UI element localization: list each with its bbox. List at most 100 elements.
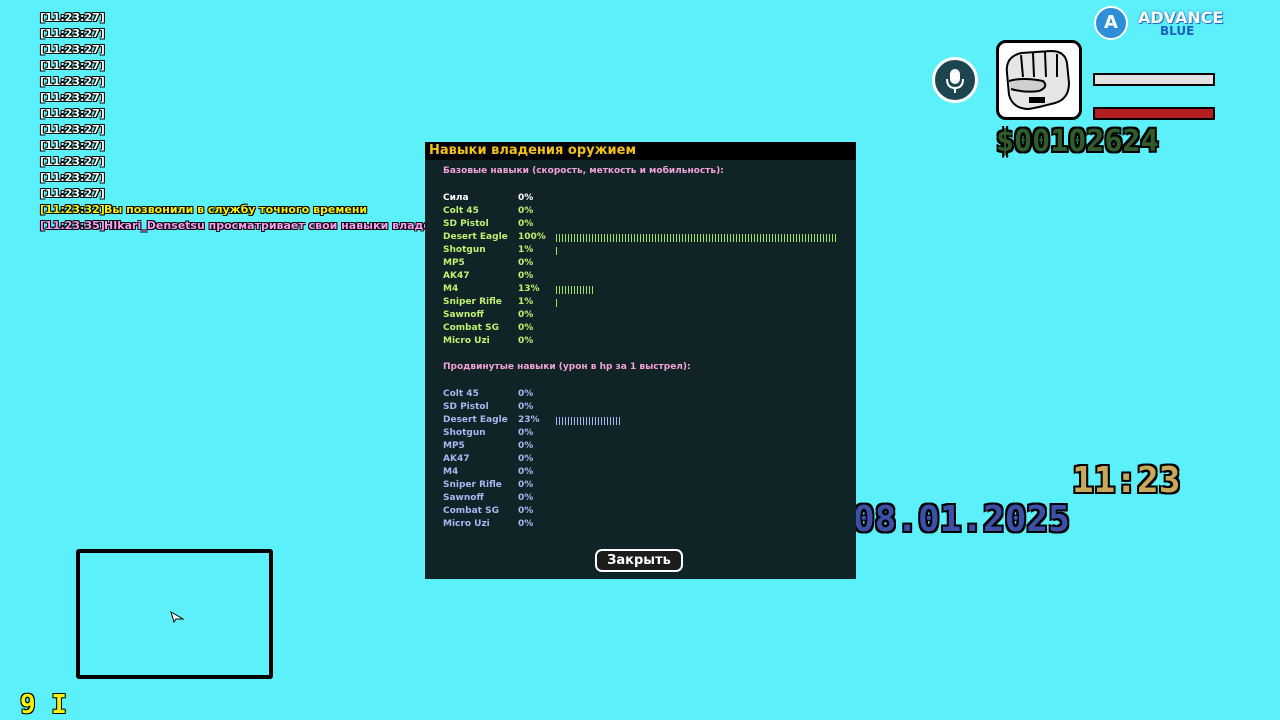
skill-name: MP5 (443, 258, 465, 268)
basic-skills-title: Базовые навыки (скорость, меткость и моб… (443, 166, 724, 176)
chat-line: [11:23:27] (40, 186, 439, 202)
chat-line: [11:23:32]Вы позвонили в службу точного … (40, 202, 439, 218)
skill-name: Combat SG (443, 506, 499, 516)
skill-name: Micro Uzi (443, 336, 490, 346)
skill-percent: 0% (518, 454, 534, 464)
chat-line: [11:23:27] (40, 90, 439, 106)
ammo-counter: 9 I (20, 690, 67, 720)
skill-name: Shotgun (443, 245, 486, 255)
chat-line: [11:23:27] (40, 26, 439, 42)
chat-line: [11:23:27] (40, 42, 439, 58)
skill-percent: 0% (518, 428, 534, 438)
money-counter: $00102624 (996, 124, 1159, 159)
close-button[interactable]: Закрыть (595, 549, 683, 572)
skill-name: Colt 45 (443, 389, 479, 399)
skill-name: M4 (443, 284, 459, 294)
chat-line: [11:23:27] (40, 74, 439, 90)
skill-name: Sniper Rifle (443, 297, 502, 307)
chat-timestamp: [11:23:27] (40, 187, 105, 200)
player-arrow-icon (170, 608, 185, 627)
chat-message: HIkari_Densetsu просматривает свои навык… (104, 219, 439, 232)
chat-line: [11:23:27] (40, 106, 439, 122)
skill-progress-bar (556, 234, 838, 242)
skill-percent: 0% (518, 206, 534, 216)
chat-log: [11:23:27] [11:23:27] [11:23:27] [11:23:27]… (40, 10, 439, 234)
chat-timestamp: [11:23:27] (40, 11, 105, 24)
chat-timestamp: [11:23:27] (40, 59, 105, 72)
chat-timestamp: [11:23:27] (40, 155, 105, 168)
skill-percent: 23% (518, 415, 540, 425)
skill-percent: 0% (518, 519, 534, 529)
skill-percent: 0% (518, 402, 534, 412)
chat-line: [11:23:27] (40, 58, 439, 74)
skill-name: Micro Uzi (443, 519, 490, 529)
skill-progress-bar (556, 417, 621, 425)
chat-timestamp: [11:23:35] (40, 219, 105, 232)
skill-name: M4 (443, 467, 459, 477)
skill-name: Sawnoff (443, 493, 484, 503)
chat-line: [11:23:27] (40, 154, 439, 170)
skill-percent: 0% (518, 310, 534, 320)
health-bar (1093, 107, 1215, 120)
skill-percent: 0% (518, 467, 534, 477)
skill-progress-bar (556, 247, 559, 255)
skill-percent: 0% (518, 336, 534, 346)
skill-percent: 13% (518, 284, 540, 294)
skill-percent: 0% (518, 271, 534, 281)
chat-line: [11:23:27] (40, 10, 439, 26)
skill-percent: 1% (518, 245, 534, 255)
skill-name: Desert Eagle (443, 232, 508, 242)
chat-line: [11:23:27] (40, 138, 439, 154)
skill-name: AK47 (443, 454, 470, 464)
skill-percent: 0% (518, 258, 534, 268)
skill-name: Sniper Rifle (443, 480, 502, 490)
chat-timestamp: [11:23:27] (40, 91, 105, 104)
chat-message: Вы позвонили в службу точного времени (104, 203, 368, 216)
chat-timestamp: [11:23:27] (40, 171, 105, 184)
chat-line: [11:23:27] (40, 122, 439, 138)
logo-text-blue: BLUE (1160, 24, 1195, 38)
chat-timestamp: [11:23:27] (40, 43, 105, 56)
advanced-skills-title: Продвинутые навыки (урон в hp за 1 выстр… (443, 362, 691, 372)
weapon-skills-dialog: Навыки владения оружием Базовые навыки (… (425, 142, 856, 579)
skill-name: SD Pistol (443, 219, 489, 229)
microphone-icon[interactable] (932, 57, 978, 103)
skill-percent: 0% (518, 389, 534, 399)
fist-icon (996, 40, 1082, 120)
radar-minimap (76, 549, 273, 679)
skill-name: Sawnoff (443, 310, 484, 320)
chat-timestamp: [11:23:32] (40, 203, 105, 216)
skill-name: MP5 (443, 441, 465, 451)
chat-line: [11:23:35]HIkari_Densetsu просматривает … (40, 218, 439, 234)
skill-name: Сила (443, 193, 469, 203)
skill-percent: 0% (518, 480, 534, 490)
chat-timestamp: [11:23:27] (40, 27, 105, 40)
skill-name: Desert Eagle (443, 415, 508, 425)
skill-percent: 0% (518, 441, 534, 451)
skill-percent: 0% (518, 323, 534, 333)
skill-name: Shotgun (443, 428, 486, 438)
skill-name: Combat SG (443, 323, 499, 333)
game-clock: 11:23 (1072, 460, 1181, 501)
skill-percent: 1% (518, 297, 534, 307)
game-date: 08.01.2025 (853, 499, 1070, 540)
skill-percent: 0% (518, 219, 534, 229)
skill-percent: 0% (518, 493, 534, 503)
chat-timestamp: [11:23:27] (40, 123, 105, 136)
skill-progress-bar (556, 299, 559, 307)
server-logo: A ADVANCE BLUE (1088, 4, 1228, 44)
chat-timestamp: [11:23:27] (40, 75, 105, 88)
skill-percent: 100% (518, 232, 546, 242)
skill-percent: 0% (518, 193, 534, 203)
skill-name: Colt 45 (443, 206, 479, 216)
skill-percent: 0% (518, 506, 534, 516)
dialog-title: Навыки владения оружием (425, 142, 856, 160)
skill-name: SD Pistol (443, 402, 489, 412)
logo-emblem-icon: A (1094, 6, 1128, 40)
chat-line: [11:23:27] (40, 170, 439, 186)
skill-name: AK47 (443, 271, 470, 281)
chat-timestamp: [11:23:27] (40, 139, 105, 152)
armor-bar (1093, 73, 1215, 86)
skill-progress-bar (556, 286, 593, 294)
chat-timestamp: [11:23:27] (40, 107, 105, 120)
